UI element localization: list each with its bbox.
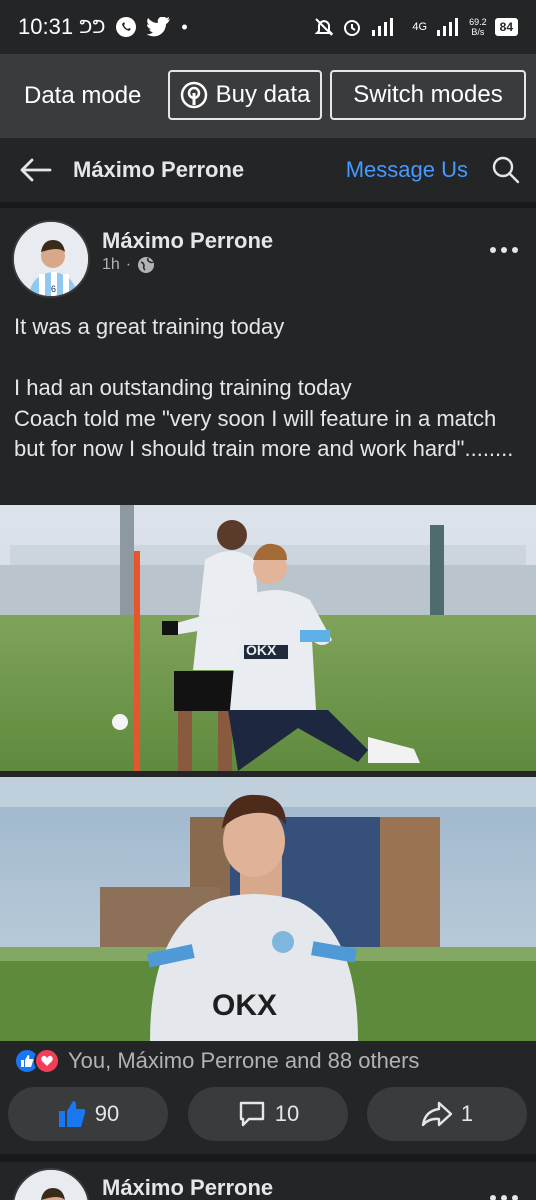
signal-icon-2: [437, 18, 459, 36]
portrait-shirt-sponsor: OKX: [212, 989, 277, 1022]
whatsapp-icon: [116, 17, 137, 37]
status-bar: 10:31 ᕤᕤ • 4G 69.2 B/s 84: [0, 0, 536, 54]
post-time[interactable]: 1h: [102, 256, 120, 274]
battery-indicator: 84: [494, 18, 518, 36]
post-divider: [0, 1154, 536, 1162]
post-photo-training[interactable]: OKX: [0, 505, 536, 771]
comment-icon: [239, 1101, 264, 1127]
post-author[interactable]: Máximo Perrone: [102, 228, 273, 254]
broadcast-icon: [180, 81, 207, 109]
buy-data-button[interactable]: Buy data: [168, 70, 322, 120]
post-actions: 90 10 1: [0, 1087, 536, 1141]
thumbs-up-icon: [58, 1101, 86, 1127]
message-us-link[interactable]: Message Us: [346, 157, 468, 183]
page-header: Máximo Perrone Message Us: [0, 138, 536, 202]
more-options-icon[interactable]: [488, 240, 520, 260]
share-count: 1: [460, 1101, 474, 1126]
next-post-more-icon[interactable]: [488, 1188, 520, 1200]
like-count: 90: [94, 1101, 120, 1126]
reaction-count-text: You, Máximo Perrone and 88 others: [68, 1048, 420, 1073]
status-time: 10:31: [18, 14, 74, 39]
switch-modes-button[interactable]: Switch modes: [330, 70, 526, 120]
mute-icon: [315, 18, 334, 36]
training-shirt-sponsor: OKX: [246, 642, 277, 658]
avatar[interactable]: 6: [12, 220, 90, 298]
post-text: It was a great training today I had an o…: [14, 314, 514, 461]
signal-icon: [372, 18, 394, 36]
share-button[interactable]: 1: [367, 1087, 527, 1141]
next-post-avatar[interactable]: [12, 1168, 90, 1200]
search-icon[interactable]: [492, 156, 520, 184]
like-button[interactable]: 90: [8, 1087, 168, 1141]
post-meta: 1h ·: [102, 256, 155, 274]
reaction-summary[interactable]: You, Máximo Perrone and 88 others: [14, 1046, 419, 1076]
switch-modes-label: Switch modes: [353, 81, 503, 108]
next-post-author[interactable]: Máximo Perrone: [102, 1175, 273, 1200]
post-photo-portrait[interactable]: OKX: [0, 777, 536, 1041]
carrier-glyph: ᕤᕤ: [79, 16, 106, 37]
data-mode-label: Data mode: [24, 82, 142, 109]
twitter-icon: [147, 17, 171, 37]
avatar-player-number: 6: [51, 284, 56, 294]
globe-icon: [138, 257, 155, 273]
dot-indicator: •: [181, 16, 188, 37]
comment-count: 10: [274, 1101, 300, 1126]
buy-data-label: Buy data: [215, 81, 311, 108]
comment-button[interactable]: 10: [188, 1087, 348, 1141]
data-speed: 69.2 B/s: [469, 17, 487, 37]
love-reaction-icon: [34, 1048, 60, 1074]
post: 6 Máximo Perrone 1h · It was a great tra…: [0, 208, 536, 1200]
network-type: 4G: [412, 21, 428, 33]
alarm-icon: [344, 20, 361, 36]
share-icon: [421, 1101, 453, 1127]
back-arrow-icon[interactable]: [20, 154, 52, 186]
page-title: Máximo Perrone: [73, 157, 245, 182]
data-mode-bar: Data mode Buy data Switch modes: [0, 54, 536, 138]
post-header: 6 Máximo Perrone 1h ·: [0, 208, 536, 306]
